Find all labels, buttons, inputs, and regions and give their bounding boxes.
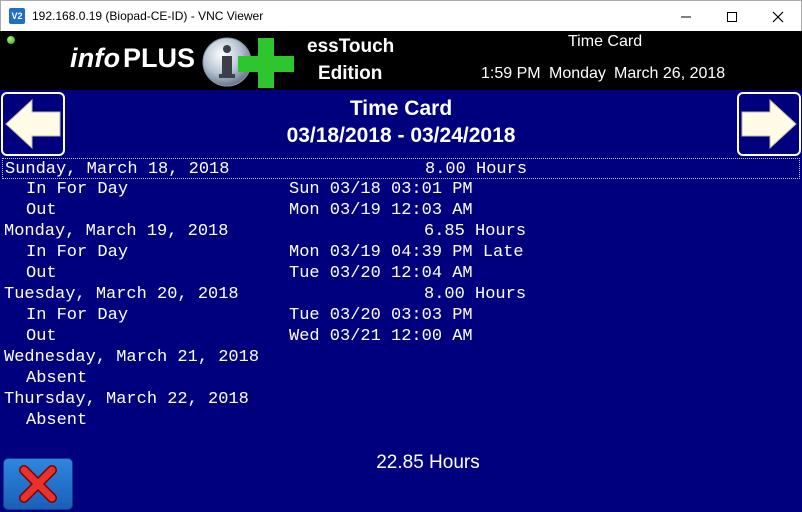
minimize-button[interactable] [663, 1, 709, 32]
day-hours: 6.85 Hours [424, 222, 527, 241]
punch-type: Absent [26, 369, 88, 388]
maximize-button[interactable] [709, 1, 755, 32]
punch-timestamp: Tue 03/20 03:03 PM [289, 306, 473, 325]
maximize-icon [727, 11, 737, 22]
punch-row[interactable]: In For Day Tue 03/20 03:03 PM [2, 305, 800, 326]
day-date: Wednesday, March 21, 2018 [4, 348, 260, 367]
punch-timestamp: Mon 03/19 04:39 PM Late [289, 243, 524, 262]
brand-touch-text: essTouch [307, 36, 395, 57]
status-led-icon [7, 36, 15, 44]
close-window-button[interactable] [755, 1, 801, 32]
total-hours: 22.85 Hours [376, 452, 480, 473]
app-header: info PLUS essTouch Edition Time Card 1:5… [0, 31, 802, 90]
punch-row[interactable]: Out Mon 03/19 12:03 AM [2, 200, 800, 221]
punch-timestamp: Tue 03/20 12:04 AM [289, 264, 473, 283]
punch-row[interactable]: In For Day Mon 03/19 04:39 PM Late [2, 242, 800, 263]
infoplus-logo-icon [202, 37, 294, 88]
time-entries-list[interactable]: Sunday, March 18, 2018 8.00 Hours In For D… [2, 158, 800, 432]
time-card-title: Time Card [349, 97, 453, 120]
punch-row[interactable]: Out Tue 03/20 12:04 AM [2, 263, 800, 284]
punch-row[interactable]: In For Day Sun 03/18 03:01 PM [2, 179, 800, 200]
time-card-panel: Time Card 03/18/2018 - 03/24/2018 Sunday… [0, 90, 802, 512]
brand-info-text: info [70, 43, 121, 73]
close-icon [772, 11, 784, 22]
punch-timestamp: Mon 03/19 12:03 AM [289, 201, 473, 220]
punch-type: Out [26, 264, 57, 283]
punch-row[interactable]: Absent [2, 368, 800, 389]
window-title-bar[interactable]: V2 192.168.0.19 (Biopad-CE-ID) - VNC Vie… [0, 0, 802, 31]
day-row[interactable]: Wednesday, March 21, 2018 [2, 347, 800, 368]
day-hours: 8.00 Hours [424, 285, 527, 304]
day-row[interactable]: Sunday, March 18, 2018 8.00 Hours [2, 158, 800, 179]
punch-timestamp: Wed 03/21 12:00 AM [289, 327, 473, 346]
day-date: Sunday, March 18, 2018 [5, 160, 230, 179]
header-time: 1:59 PM [481, 65, 541, 82]
minimize-icon [681, 16, 691, 17]
day-date: Thursday, March 22, 2018 [4, 390, 249, 409]
punch-type: Absent [26, 411, 88, 430]
day-row[interactable]: Monday, March 19, 2018 6.85 Hours [2, 221, 800, 242]
punch-type: Out [26, 327, 57, 346]
day-row[interactable]: Thursday, March 22, 2018 [2, 389, 800, 410]
punch-type: In For Day [26, 243, 129, 262]
punch-type: Out [26, 201, 57, 220]
date-range: 03/18/2018 - 03/24/2018 [286, 124, 516, 147]
punch-row[interactable]: Absent [2, 410, 800, 431]
brand-plus-text: PLUS [123, 43, 196, 73]
day-row[interactable]: Tuesday, March 20, 2018 8.00 Hours [2, 284, 800, 305]
day-date: Tuesday, March 20, 2018 [4, 285, 239, 304]
punch-type: In For Day [26, 306, 129, 325]
punch-type: In For Day [26, 180, 129, 199]
window-title: 192.168.0.19 (Biopad-CE-ID) - VNC Viewer [32, 9, 264, 23]
brand-edition-text: Edition [318, 63, 383, 84]
header-day: Monday [549, 65, 606, 82]
day-hours: 8.00 Hours [425, 160, 528, 179]
header-screen-title: Time Card [568, 33, 643, 50]
punch-row[interactable]: Out Wed 03/21 12:00 AM [2, 326, 800, 347]
vnc-app-icon: V2 [9, 8, 25, 24]
day-date: Monday, March 19, 2018 [4, 222, 229, 241]
punch-timestamp: Sun 03/18 03:01 PM [289, 180, 473, 199]
header-date: March 26, 2018 [614, 65, 726, 82]
